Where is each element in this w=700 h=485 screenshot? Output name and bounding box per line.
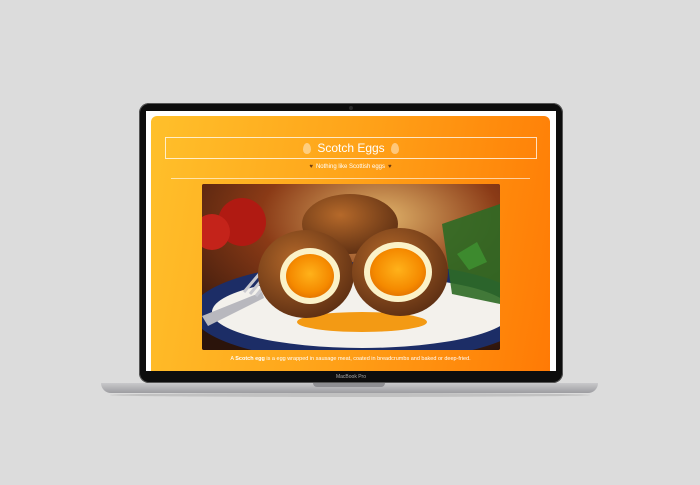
caption-bold-term: Scotch egg — [235, 356, 265, 362]
caption-rest: is a egg wrapped in sausage meat, coated… — [264, 356, 471, 362]
egg-icon — [390, 142, 399, 154]
heart-icon: ♥ — [309, 164, 313, 170]
subtitle-text: Nothing like Scottish eggs — [315, 164, 386, 170]
scotch-egg-illustration — [202, 184, 500, 350]
page-subtitle: ♥ Nothing like Scottish eggs ♥ — [151, 164, 550, 170]
laptop-notch — [313, 383, 385, 387]
laptop-shadow — [110, 393, 590, 397]
page-caption: A Scotch egg is a egg wrapped in sausage… — [151, 356, 550, 362]
heart-icon: ♥ — [388, 164, 392, 170]
laptop-screen: Scotch Eggs ♥ Nothing like Scottish eggs… — [146, 111, 556, 371]
page-title: Scotch Eggs — [317, 141, 385, 155]
page-title-box: Scotch Eggs — [165, 137, 537, 159]
webpage: Scotch Eggs ♥ Nothing like Scottish eggs… — [151, 116, 550, 371]
divider — [171, 178, 530, 179]
laptop-brand-label: MacBook Pro — [335, 374, 366, 380]
scotch-egg-photo — [202, 184, 500, 350]
camera — [349, 106, 353, 110]
egg-icon — [303, 142, 312, 154]
